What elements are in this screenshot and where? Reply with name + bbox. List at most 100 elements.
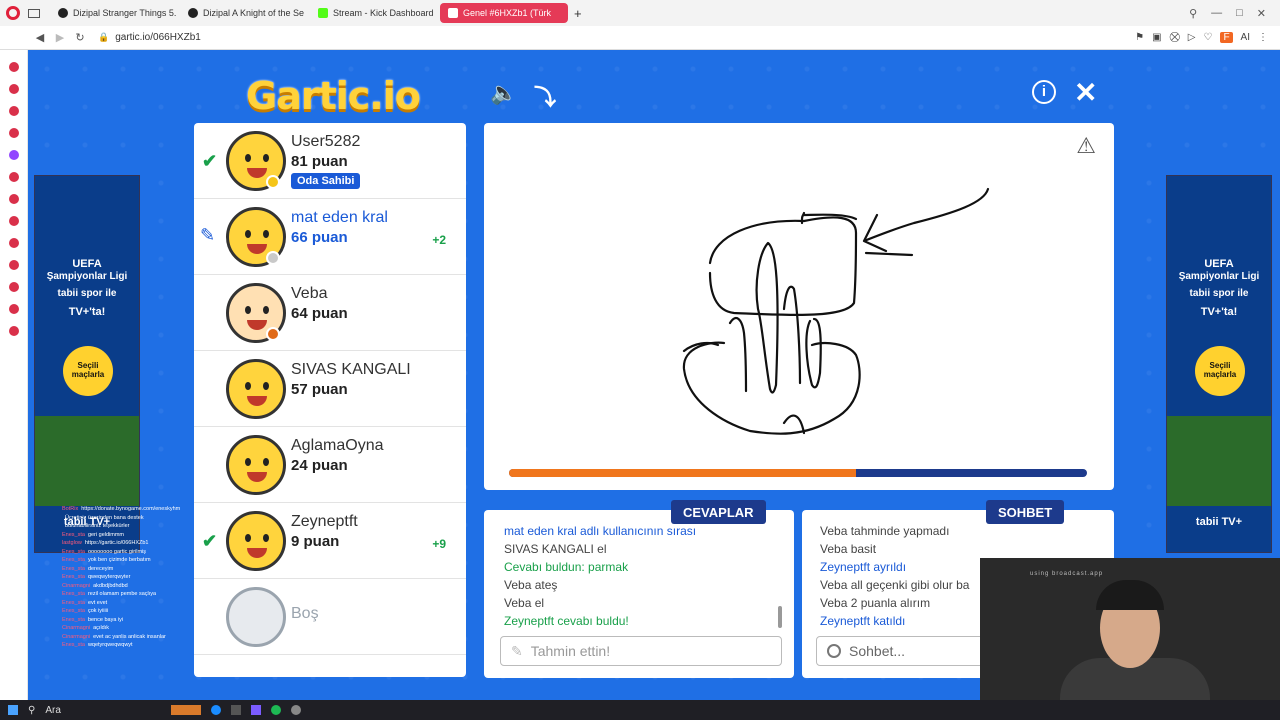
taskbar-app-icon[interactable]	[290, 705, 301, 715]
taskbar-app-icon[interactable]	[170, 705, 201, 715]
browser-tab[interactable]: Dizipal A Knight of the Se	[180, 3, 308, 23]
webcam-overlay: using broadcast.app	[980, 558, 1280, 700]
player-name: mat eden kral	[291, 209, 388, 226]
stream-chat-line: Enes_sta evt evet	[62, 599, 232, 608]
stream-chat-line: Enes_sta bence baya iyi	[62, 616, 232, 625]
stream-chat-line: Enes_sta dereceyim	[62, 565, 232, 574]
stream-chat-user: Enes_sta	[62, 565, 85, 572]
stream-chat-text: oooooooo gartic girilmiş	[87, 548, 147, 555]
check-icon: ✔	[202, 151, 218, 171]
spotify-icon[interactable]	[270, 705, 281, 715]
search-icon[interactable]: ⚲	[1189, 7, 1197, 20]
stream-chat-user: Enes_sta	[62, 574, 85, 580]
player-status-dot	[266, 327, 280, 341]
tab-chat[interactable]: SOHBET	[986, 500, 1065, 524]
player-row[interactable]: SIVAS KANGALI 57 puan	[194, 351, 466, 427]
ad-tv: TV+'ta!	[68, 306, 106, 318]
browser-tab[interactable]: Dizipal Stranger Things 5.	[50, 3, 178, 23]
answers-scrollbar[interactable]	[778, 606, 782, 628]
taskbar-app-icon[interactable]	[230, 705, 241, 715]
sidebar-discord-icon[interactable]	[8, 238, 19, 248]
bookmark-icon[interactable]: ⚑	[1135, 32, 1144, 43]
ad-subtitle: Şampiyonlar Ligi	[1178, 271, 1260, 282]
maximize-button[interactable]: □	[1236, 7, 1243, 20]
share-icon[interactable]: ⤵	[534, 80, 556, 112]
sidebar-settings-icon[interactable]	[8, 326, 19, 336]
guess-placeholder: Tahmin ettin!	[530, 643, 611, 659]
sidebar-app-icon[interactable]	[8, 62, 19, 72]
forward-button[interactable]: ▶	[52, 31, 68, 44]
stream-chat-user: Enes_sta	[62, 591, 85, 597]
sidebar-whatsapp-icon[interactable]	[8, 172, 19, 182]
points-gained: +2	[432, 233, 446, 247]
sidebar-app-icon[interactable]	[8, 260, 19, 270]
address-actions: ⚑ ▣ ⛒ ▷ ♡ F AI ⋮	[1135, 32, 1280, 43]
answers-list: mat eden kral adlı kullanıcının sırası SI…	[484, 510, 794, 630]
tab-list: Dizipal Stranger Things 5. Dizipal A Knig…	[48, 3, 568, 23]
sound-icon[interactable]: 🔈	[490, 80, 517, 106]
ad-tagline: tabii spor ile	[57, 288, 117, 299]
ad-tagline: tabii spor ile	[1189, 288, 1249, 299]
stream-chat-overlay: BotRix https://donate.bynogame.com/enesky…	[62, 505, 232, 650]
taskbar-app-icon[interactable]	[210, 705, 221, 715]
new-tab-button[interactable]: +	[574, 6, 582, 21]
stream-chat-line: lastglow https://gartic.io/066HXZb1	[62, 539, 232, 548]
stream-chat-line: Enes_sta qweqwyterqwyter	[62, 573, 232, 582]
stream-chat-text: wqetyrqweqwqwyt	[87, 642, 133, 648]
player-avatar	[226, 435, 286, 495]
info-icon[interactable]: i	[1032, 80, 1056, 104]
extension-icon[interactable]: F	[1220, 32, 1233, 43]
ai-icon[interactable]: AI	[1241, 32, 1250, 43]
shield-icon[interactable]: ⛒	[1170, 32, 1180, 43]
heart-icon[interactable]: ♡	[1203, 32, 1212, 43]
close-icon[interactable]: ✕	[1074, 76, 1097, 109]
stream-chat-user: lastglow	[62, 540, 82, 546]
player-row[interactable]: AglamaOyna 24 puan	[194, 427, 466, 503]
browser-tab[interactable]: Genel #6HXZb1 (Türk	[440, 3, 568, 23]
tab-answers[interactable]: CEVAPLAR	[671, 500, 766, 524]
player-row[interactable]: ✔ User5282 81 puan Oda Sahibi	[194, 123, 466, 199]
windows-start-icon[interactable]	[8, 705, 18, 715]
player-score: 81 puan	[291, 153, 348, 170]
player-row[interactable]: ✔ Zeyneptft 9 puan +9	[194, 503, 466, 579]
player-row[interactable]: Boş	[194, 579, 466, 655]
close-window-button[interactable]: ✕	[1257, 7, 1266, 20]
sidebar-app-icon[interactable]	[8, 106, 19, 116]
player-row[interactable]: ✎ mat eden kral 66 puan +2	[194, 199, 466, 275]
lock-icon: 🔒	[98, 32, 110, 42]
tab-label: Dizipal Stranger Things 5.	[73, 8, 177, 18]
search-icon[interactable]: ⚲	[28, 705, 35, 716]
sidebar-app-icon[interactable]	[8, 282, 19, 292]
play-icon[interactable]: ▷	[1188, 32, 1196, 43]
player-row[interactable]: Veba 64 puan	[194, 275, 466, 351]
sidebar-app-icon[interactable]	[8, 304, 19, 314]
streamer-hair	[1096, 580, 1164, 610]
sidebar-app-icon[interactable]	[8, 128, 19, 138]
stream-chat-text: Ücretiniz üzerinden bana destek	[65, 514, 144, 521]
sidebar-twitch-icon[interactable]	[8, 150, 19, 160]
opera-icon[interactable]	[6, 6, 20, 20]
guess-input[interactable]: ✎ Tahmin ettin!	[500, 636, 782, 666]
snapshot-icon[interactable]: ▣	[1152, 32, 1161, 43]
browser-tab[interactable]: Stream - Kick Dashboard	[310, 3, 438, 23]
sidebar-app-icon[interactable]	[8, 84, 19, 94]
back-button[interactable]: ◀	[32, 31, 48, 44]
sidebar-x-icon[interactable]	[8, 216, 19, 226]
menu-icon[interactable]: ⋮	[1258, 32, 1268, 43]
stream-chat-user: Enes_sta	[62, 531, 85, 538]
taskbar-search[interactable]: Ara	[45, 705, 61, 716]
drawing-canvas[interactable]: ⚠	[484, 123, 1114, 490]
tab-grid-icon[interactable]	[28, 8, 40, 18]
answers-message: mat eden kral adlı kullanıcının sırası	[504, 524, 697, 538]
minimize-button[interactable]: —	[1211, 7, 1222, 20]
ad-right[interactable]: UEFA Şampiyonlar Ligi tabii spor ile TV+…	[1166, 175, 1272, 553]
reload-button[interactable]: ↻	[72, 31, 88, 44]
ad-left[interactable]: UEFA Şampiyonlar Ligi tabii spor ile TV+…	[34, 175, 140, 553]
url-field[interactable]: gartic.io/066HXZb1	[115, 32, 201, 43]
stream-chat-text: evet ac yanlis anlicak insanlar	[93, 633, 166, 640]
ad-badge: Seçili maçlarla	[1195, 346, 1245, 396]
sidebar-instagram-icon[interactable]	[8, 194, 19, 204]
stream-chat-line: Ücretiniz üzerinden bana destek	[62, 514, 232, 523]
taskbar-app-icon[interactable]	[250, 705, 261, 715]
answers-message: SIVAS KANGALI el	[504, 542, 607, 556]
